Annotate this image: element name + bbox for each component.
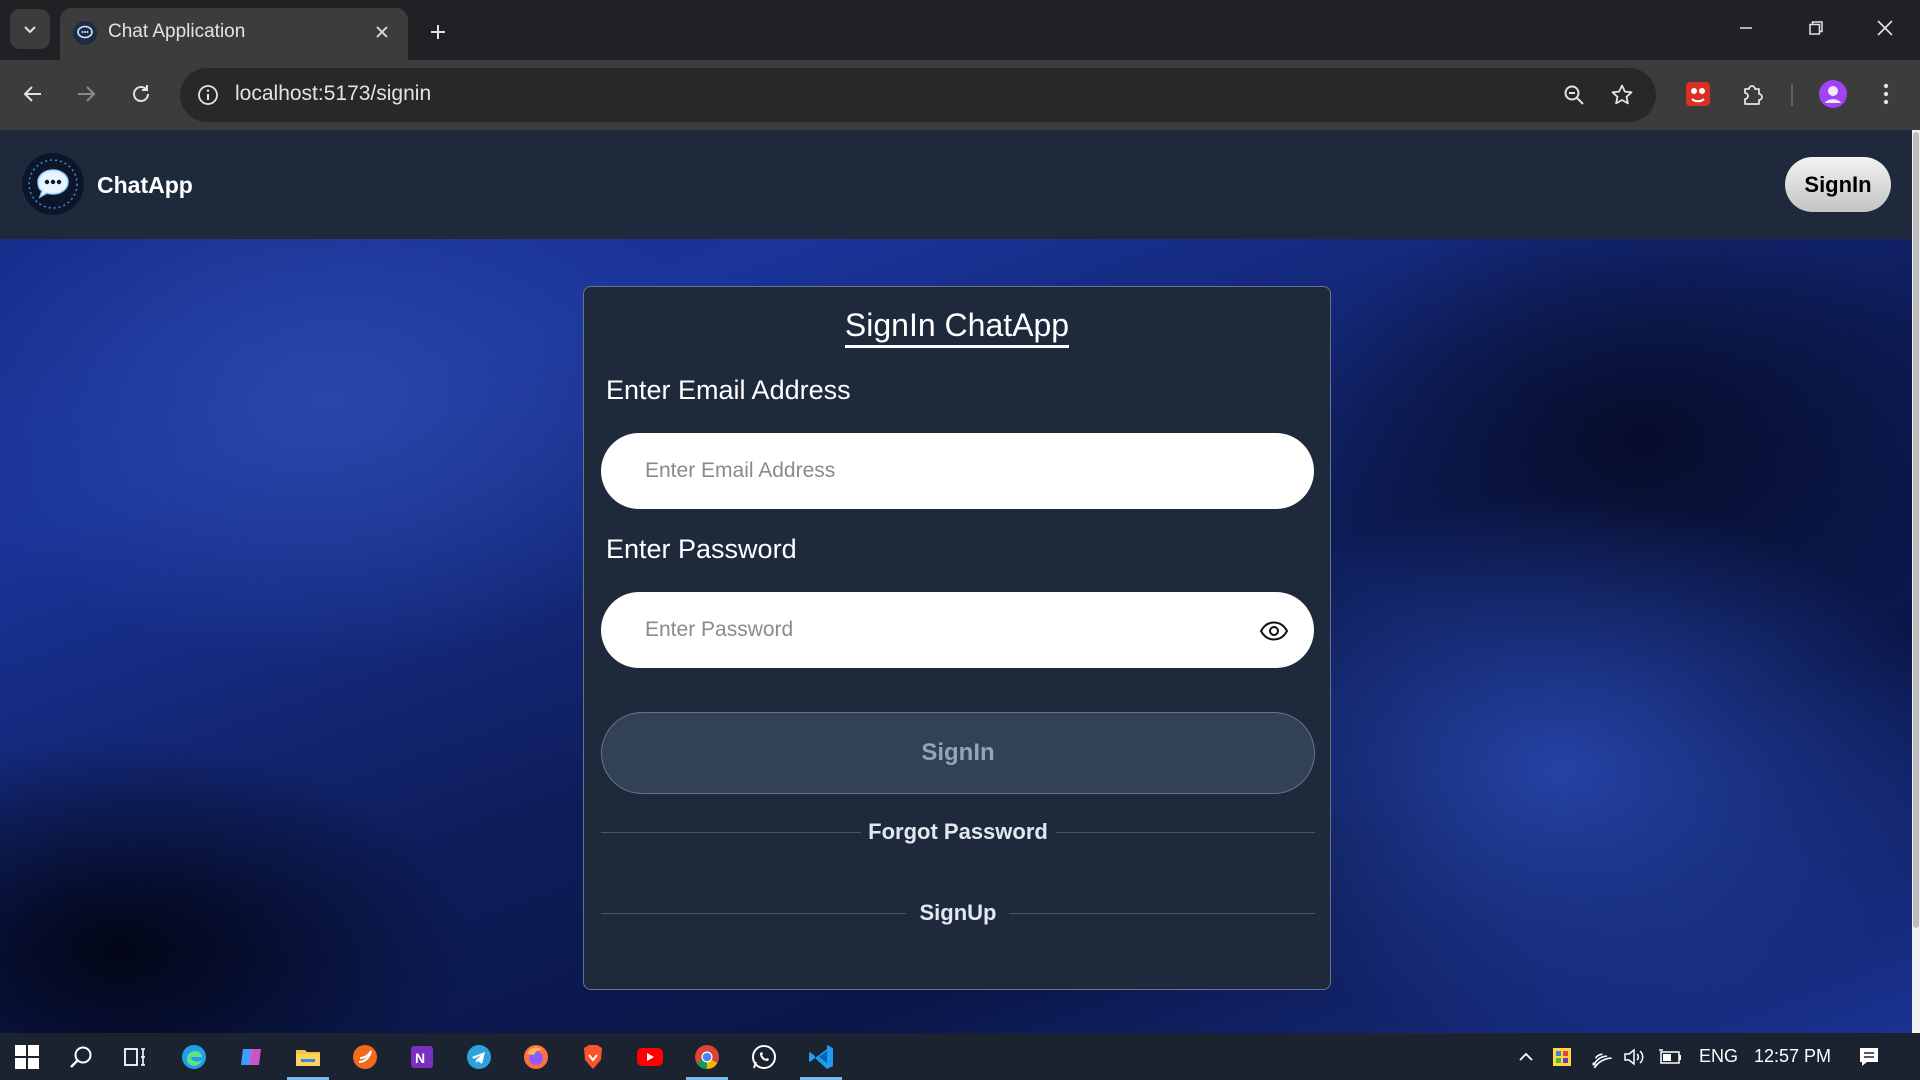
new-tab-button[interactable]	[420, 14, 456, 50]
signin-card: SignIn ChatApp Enter Email Address Enter…	[583, 286, 1331, 990]
toolbar-separator	[1791, 84, 1793, 106]
profile-avatar[interactable]	[1815, 76, 1851, 112]
email-label: Enter Email Address	[606, 375, 851, 405]
notifications-icon[interactable]	[1853, 1041, 1885, 1073]
telegram-icon[interactable]	[463, 1041, 495, 1073]
plus-icon	[431, 25, 445, 39]
firefox-icon[interactable]	[520, 1041, 552, 1073]
close-icon	[1877, 20, 1893, 36]
windows-taskbar: N ENG 12:57 PM	[0, 1033, 1920, 1080]
zoom-icon[interactable]	[1560, 81, 1588, 109]
browser-tab[interactable]: Chat Application	[60, 8, 408, 60]
onenote-icon[interactable]: N	[406, 1041, 438, 1073]
password-label: Enter Password	[606, 534, 797, 564]
minimize-icon	[1740, 27, 1752, 29]
email-field[interactable]	[601, 433, 1314, 509]
youtube-icon[interactable]	[634, 1041, 666, 1073]
url-text[interactable]: localhost:5173/signin	[235, 82, 431, 106]
signup-label[interactable]: SignUp	[920, 900, 997, 925]
site-info-icon[interactable]	[194, 81, 222, 109]
whatsapp-icon[interactable]	[748, 1041, 780, 1073]
close-icon	[376, 26, 388, 38]
forgot-password-row: Forgot Password	[601, 817, 1315, 847]
vscode-icon[interactable]	[805, 1041, 837, 1073]
password-field[interactable]	[601, 592, 1314, 668]
svg-text:N: N	[415, 1050, 425, 1066]
minimize-button[interactable]	[1722, 8, 1770, 48]
tab-title: Chat Application	[108, 21, 246, 42]
more-menu-icon[interactable]	[1868, 76, 1904, 112]
reload-icon	[133, 85, 149, 102]
restore-button[interactable]	[1792, 8, 1840, 48]
browser-toolbar: localhost:5173/signin	[0, 60, 1920, 130]
bookmark-star-icon[interactable]	[1608, 81, 1636, 109]
extension-icon[interactable]	[1680, 76, 1716, 112]
password-field-wrap	[601, 592, 1314, 668]
search-icon[interactable]	[65, 1041, 97, 1073]
show-hidden-icons-chevron-up-icon[interactable]	[1510, 1041, 1542, 1073]
signin-submit-button[interactable]: SignIn	[601, 712, 1315, 794]
restore-icon	[1809, 21, 1823, 35]
page-viewport: ChatApp SignIn SignIn ChatApp Enter Emai…	[0, 130, 1920, 1033]
signin-title: SignIn ChatApp	[844, 307, 1070, 348]
tray-app-icon[interactable]	[1546, 1041, 1578, 1073]
chat-favicon-icon	[73, 21, 97, 45]
language-indicator[interactable]: ENG	[1699, 1046, 1738, 1067]
scrollbar-thumb[interactable]	[1913, 132, 1919, 928]
tab-close-button[interactable]	[370, 20, 394, 44]
back-button[interactable]	[15, 76, 51, 112]
signup-row: SignUp	[601, 898, 1315, 928]
wifi-icon[interactable]	[1584, 1041, 1616, 1073]
brave-icon[interactable]	[577, 1041, 609, 1073]
browser-tab-strip: Chat Application	[0, 0, 1920, 60]
chrome-icon[interactable]	[691, 1041, 723, 1073]
extensions-puzzle-icon[interactable]	[1735, 76, 1771, 112]
app-navbar: ChatApp SignIn	[0, 130, 1912, 239]
chat-logo-icon[interactable]	[22, 153, 84, 215]
signin-title-wrap: SignIn ChatApp	[584, 307, 1330, 348]
copilot-icon[interactable]	[235, 1041, 267, 1073]
volume-icon[interactable]	[1618, 1041, 1650, 1073]
brand-name[interactable]: ChatApp	[97, 172, 193, 199]
page-scrollbar[interactable]	[1912, 130, 1920, 1033]
arrow-left-icon	[23, 86, 41, 102]
tab-search-button[interactable]	[10, 9, 50, 49]
forward-button[interactable]	[68, 76, 104, 112]
divider-line	[1009, 913, 1315, 914]
task-view-icon[interactable]	[119, 1041, 151, 1073]
battery-icon[interactable]	[1654, 1041, 1686, 1073]
clock-time[interactable]: 12:57 PM	[1754, 1046, 1831, 1067]
reload-button[interactable]	[123, 76, 159, 112]
chevron-down-icon	[24, 26, 36, 34]
show-password-eye-icon[interactable]	[1258, 616, 1290, 646]
divider-line	[1056, 832, 1315, 833]
nav-signin-button[interactable]: SignIn	[1785, 157, 1891, 212]
windows-start-icon[interactable]	[11, 1041, 43, 1073]
swift-app-icon[interactable]	[349, 1041, 381, 1073]
arrow-right-icon	[78, 86, 96, 102]
close-window-button[interactable]	[1861, 8, 1909, 48]
edge-browser-icon[interactable]	[178, 1041, 210, 1073]
forgot-password-label[interactable]: Forgot Password	[868, 819, 1048, 844]
file-explorer-icon[interactable]	[292, 1041, 324, 1073]
address-bar[interactable]: localhost:5173/signin	[180, 68, 1656, 122]
